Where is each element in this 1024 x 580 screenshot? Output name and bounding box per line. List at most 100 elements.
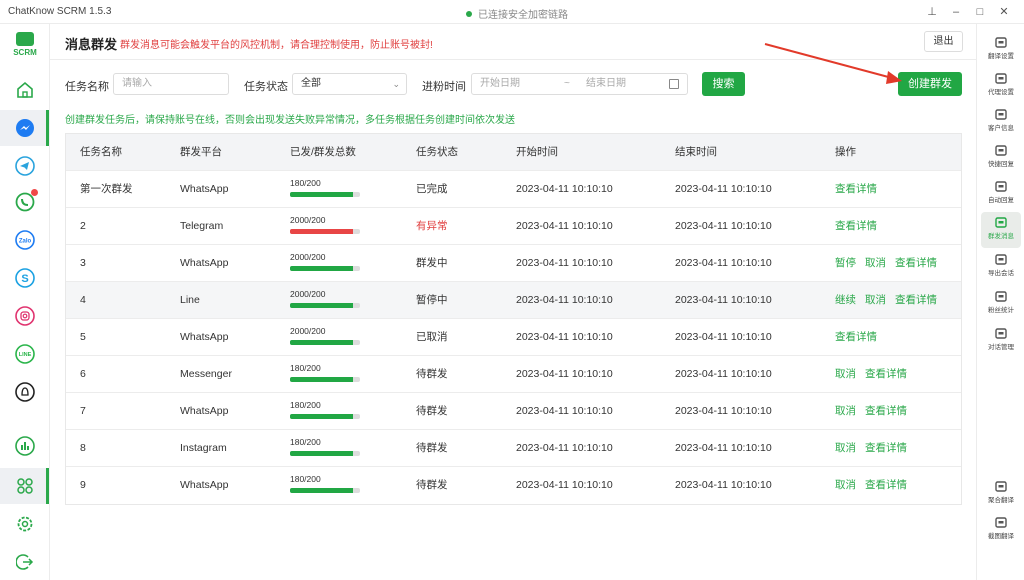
end-time-cell: 2023-04-11 10:10:10 (675, 442, 772, 454)
progress-cell: 2000/200 (290, 252, 360, 271)
scrm-logo-icon (16, 32, 34, 46)
right-menu-item[interactable]: 导出会话 (981, 249, 1021, 285)
start-time-cell: 2023-04-11 10:10:10 (516, 294, 613, 306)
progress-cell: 180/200 (290, 178, 360, 197)
zalo-icon[interactable]: Zalo (13, 228, 37, 252)
home-icon[interactable] (13, 78, 37, 102)
snapchat-icon[interactable] (13, 380, 37, 404)
right-menu-item[interactable]: 聚合翻译 (981, 476, 1021, 512)
range-separator: ~ (564, 78, 570, 89)
telegram-icon[interactable] (13, 154, 37, 178)
progress-cell: 180/200 (290, 363, 360, 382)
risk-warning: 群发消息可能会触发平台的风控机制，请合理控制使用，防止账号被封! (120, 40, 433, 51)
right-menu-label: 代理设置 (988, 89, 1014, 96)
platform-cell: Messenger (180, 368, 232, 380)
messenger-icon[interactable] (0, 110, 50, 146)
row-action-link[interactable]: 查看详情 (865, 467, 907, 504)
table-row: 3 WhatsApp 2000/200 群发中 2023-04-11 10:10:10 2… (66, 245, 961, 282)
date-range-picker[interactable]: 开始日期 ~ 结束日期 (471, 73, 688, 95)
task-name-cell: 7 (80, 405, 86, 417)
progress-fill (290, 488, 353, 493)
row-action-link[interactable]: 查看详情 (865, 393, 907, 430)
end-time-cell: 2023-04-11 10:10:10 (675, 405, 772, 417)
right-menu-label: 自动回复 (988, 197, 1014, 204)
instagram-icon[interactable] (13, 304, 37, 328)
close-icon[interactable]: ✕ (992, 3, 1016, 21)
table-row: 9 WhatsApp 180/200 待群发 2023-04-11 10:10:10 20… (66, 467, 961, 504)
row-action-link[interactable]: 取消 (865, 245, 886, 282)
notification-badge (31, 189, 38, 196)
right-menu-item[interactable]: 截图翻译 (981, 512, 1021, 548)
right-menu-item[interactable]: 客户信息 (981, 104, 1021, 140)
task-name-input[interactable]: 请输入 (113, 73, 229, 95)
right-menu-item[interactable]: 代理设置 (981, 68, 1021, 104)
row-actions: 取消 查看详情 (835, 356, 907, 393)
table-row: 8 Instagram 180/200 待群发 2023-04-11 10:10:10 2… (66, 430, 961, 467)
row-action-link[interactable]: 查看详情 (835, 208, 877, 245)
right-menu-item[interactable]: 对话管理 (981, 323, 1021, 359)
start-time-cell: 2023-04-11 10:10:10 (516, 442, 613, 454)
aggregate-translate-icon (994, 480, 1008, 492)
maximize-icon[interactable]: □ (968, 3, 992, 21)
right-menu-label: 群发消息 (988, 233, 1014, 240)
right-menu-item[interactable]: 粉丝统计 (981, 286, 1021, 322)
progress-cell: 2000/200 (290, 326, 360, 345)
platform-cell: WhatsApp (180, 183, 229, 195)
proxy-icon (994, 72, 1008, 84)
app-logo: SCRM (9, 32, 41, 57)
settings-icon[interactable] (13, 512, 37, 536)
svg-text:S: S (21, 273, 28, 285)
line-icon[interactable]: LINE (13, 342, 37, 366)
progress-bar (290, 377, 360, 382)
svg-text:Zalo: Zalo (19, 239, 32, 245)
connection-dot-icon (466, 10, 472, 17)
row-action-link[interactable]: 查看详情 (865, 430, 907, 467)
row-action-link[interactable]: 查看详情 (835, 171, 877, 208)
broadcast-icon (994, 216, 1008, 228)
row-action-link[interactable]: 取消 (865, 282, 886, 319)
end-date-input[interactable]: 结束日期 (586, 74, 626, 94)
skype-icon[interactable]: S (13, 266, 37, 290)
statistics-icon[interactable] (13, 434, 37, 458)
logout-button[interactable]: 退出 (924, 31, 963, 52)
row-action-link[interactable]: 查看详情 (895, 245, 937, 282)
platform-cell: WhatsApp (180, 405, 229, 417)
pin-icon[interactable]: ⊥ (920, 3, 944, 21)
row-actions: 取消 查看详情 (835, 393, 907, 430)
table-row: 5 WhatsApp 2000/200 已取消 2023-04-11 10:10:10 2… (66, 319, 961, 356)
column-header: 开始时间 (516, 146, 558, 158)
progress-bar (290, 229, 360, 234)
progress-text: 2000/200 (290, 326, 326, 336)
row-action-link[interactable]: 查看详情 (895, 282, 937, 319)
right-menu-label: 对话管理 (988, 344, 1014, 351)
row-action-link[interactable]: 取消 (835, 393, 856, 430)
logout-icon[interactable] (13, 550, 37, 574)
end-time-cell: 2023-04-11 10:10:10 (675, 331, 772, 343)
right-menu-label: 客户信息 (988, 125, 1014, 132)
right-menu-item[interactable]: 自动回复 (981, 176, 1021, 212)
task-name-cell: 4 (80, 294, 86, 306)
row-action-link[interactable]: 取消 (835, 430, 856, 467)
row-action-link[interactable]: 取消 (835, 467, 856, 504)
row-action-link[interactable]: 继续 (835, 282, 856, 319)
progress-cell: 2000/200 (290, 215, 360, 234)
table-row: 7 WhatsApp 180/200 待群发 2023-04-11 10:10:10 20… (66, 393, 961, 430)
row-action-link[interactable]: 取消 (835, 356, 856, 393)
whatsapp-icon[interactable] (13, 189, 38, 214)
task-status-select[interactable]: 全部 ⌄ (292, 73, 407, 95)
start-time-cell: 2023-04-11 10:10:10 (516, 257, 613, 269)
row-action-link[interactable]: 查看详情 (835, 319, 877, 356)
right-menu-item[interactable]: 快捷回复 (981, 140, 1021, 176)
task-name-cell: 3 (80, 257, 86, 269)
start-date-input[interactable]: 开始日期 (480, 78, 520, 89)
right-menu-item[interactable]: 群发消息 (981, 212, 1021, 248)
row-action-link[interactable]: 查看详情 (865, 356, 907, 393)
progress-cell: 2000/200 (290, 289, 360, 308)
right-menu-item[interactable]: 翻译设置 (981, 32, 1021, 68)
apps-icon[interactable] (0, 468, 50, 504)
minimize-icon[interactable]: – (944, 3, 968, 21)
translate-icon (994, 36, 1008, 48)
status-cell: 待群发 (416, 479, 448, 491)
search-button[interactable]: 搜索 (702, 72, 745, 96)
row-action-link[interactable]: 暂停 (835, 245, 856, 282)
